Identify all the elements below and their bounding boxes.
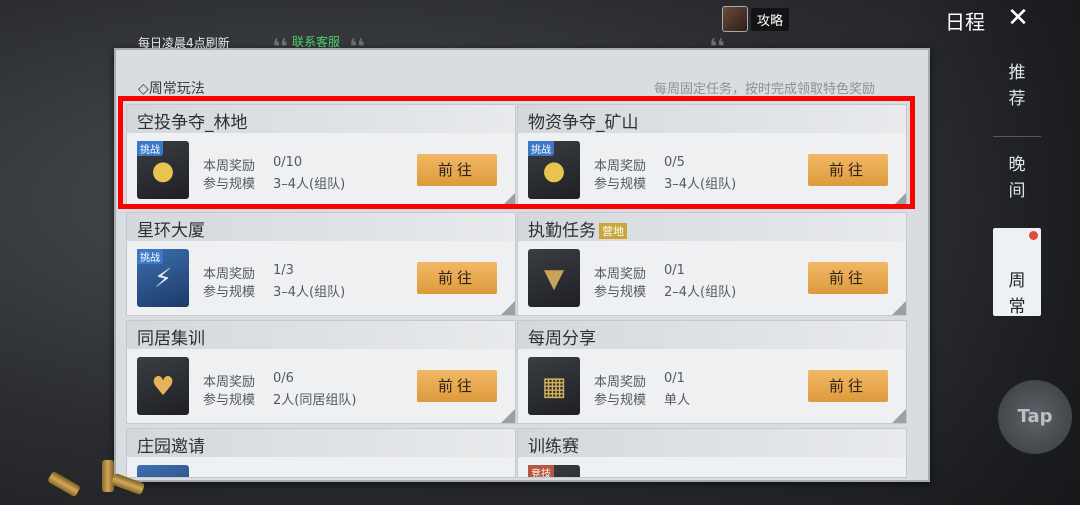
shield-glyph: ▼ bbox=[544, 264, 564, 294]
close-icon[interactable]: ✕ bbox=[1004, 4, 1032, 32]
task-card-training-match: 训练赛 竞技 bbox=[517, 428, 907, 478]
tab-weekly[interactable]: 周 常 bbox=[993, 228, 1041, 317]
heart-glyph: ♥ bbox=[151, 372, 175, 402]
blank-icon: 竞技 bbox=[528, 465, 580, 477]
card-corner bbox=[501, 409, 515, 423]
go-button[interactable]: 前往 bbox=[808, 370, 888, 402]
card-title-text: 执勤任务 bbox=[528, 221, 596, 241]
notification-dot bbox=[1029, 231, 1038, 240]
card-corner bbox=[892, 301, 906, 315]
card-corner bbox=[501, 301, 515, 315]
page-title: 日程 bbox=[945, 10, 985, 34]
reward-label: 本周奖励 bbox=[594, 267, 647, 282]
reward-label: 本周奖励 bbox=[594, 375, 647, 390]
reward-label: 本周奖励 bbox=[203, 375, 256, 390]
highlight-frame bbox=[118, 96, 915, 209]
scale-value: 3–4人(组队) bbox=[273, 285, 346, 300]
card-header: 执勤任务 营地 bbox=[518, 213, 906, 241]
guide-button[interactable]: 攻略 bbox=[722, 6, 790, 32]
crate-glyph: ▦ bbox=[541, 372, 567, 402]
card-header: 每周分享 bbox=[518, 321, 906, 349]
contact-service-link[interactable]: 联系客服 bbox=[292, 33, 340, 50]
tab-weekly-label: 周 常 bbox=[1008, 271, 1026, 317]
task-card-cohabit-training: 同居集训 ♥ 本周奖励 0/6 参与规模 2人(同居组队) 前往 bbox=[126, 320, 516, 424]
tap-float-button[interactable]: Tap bbox=[998, 380, 1072, 454]
go-button[interactable]: 前往 bbox=[808, 262, 888, 294]
scale-label: 参与规模 bbox=[594, 285, 647, 300]
scale-label: 参与规模 bbox=[203, 285, 256, 300]
reward-label: 本周奖励 bbox=[203, 267, 256, 282]
bullet-shells-decor bbox=[47, 458, 150, 498]
go-button[interactable]: 前往 bbox=[417, 262, 497, 294]
reward-value: 0/6 bbox=[273, 371, 294, 386]
shell-icon bbox=[47, 470, 81, 498]
card-title: 每周分享 bbox=[528, 329, 596, 349]
section-title: ◇周常玩法 bbox=[138, 81, 205, 97]
reward-value: 0/1 bbox=[664, 371, 685, 386]
scale-value: 单人 bbox=[664, 393, 691, 408]
tab-evening[interactable]: 晚 间 bbox=[993, 152, 1041, 212]
scale-label: 参与规模 bbox=[203, 393, 256, 408]
binder-ring-icon: ❛❛ bbox=[709, 35, 725, 60]
task-card-duty: 执勤任务 营地 ▼ 本周奖励 0/1 参与规模 2–4人(组队) 前往 bbox=[517, 212, 907, 316]
camp-tag: 营地 bbox=[599, 223, 627, 239]
task-card-manor-invite: 庄园邀请 bbox=[126, 428, 516, 478]
tab-recommend[interactable]: 推 荐 bbox=[993, 60, 1041, 120]
lightning-glyph: ⚡ bbox=[153, 264, 173, 294]
reward-value: 1/3 bbox=[273, 263, 294, 278]
go-button[interactable]: 前往 bbox=[417, 370, 497, 402]
refresh-notice: 每日凌晨4点刷新 bbox=[138, 36, 230, 50]
section-note: 每周固定任务，按时完成领取特色奖励 bbox=[654, 82, 876, 97]
shell-icon bbox=[110, 472, 146, 496]
task-card-weekly-share: 每周分享 ▦ 本周奖励 0/1 参与规模 单人 前往 bbox=[517, 320, 907, 424]
card-header: 同居集训 bbox=[127, 321, 515, 349]
guide-label: 攻略 bbox=[751, 7, 790, 31]
task-card-star-tower: 星环大厦 挑战 ⚡ 本周奖励 1/3 参与规模 3–4人(组队) 前往 bbox=[126, 212, 516, 316]
card-title: 同居集训 bbox=[137, 329, 205, 349]
card-title: 训练赛 bbox=[528, 437, 579, 457]
binder-ring-icon: ❛❛ bbox=[272, 35, 288, 60]
scale-value: 2–4人(组队) bbox=[664, 285, 737, 300]
shell-icon bbox=[102, 460, 114, 492]
lightning-icon: 挑战 ⚡ bbox=[137, 249, 189, 307]
tab-divider bbox=[993, 136, 1041, 137]
card-header: 庄园邀请 bbox=[127, 429, 515, 457]
avatar bbox=[722, 6, 748, 32]
binder-ring-icon: ❛❛ bbox=[349, 35, 365, 60]
card-header: 训练赛 bbox=[518, 429, 906, 457]
card-title: 执勤任务 营地 bbox=[528, 216, 627, 241]
card-title: 庄园邀请 bbox=[137, 437, 205, 457]
card-corner bbox=[892, 409, 906, 423]
scale-label: 参与规模 bbox=[594, 393, 647, 408]
competitive-badge: 竞技 bbox=[528, 465, 554, 477]
card-title: 星环大厦 bbox=[137, 221, 205, 241]
heart-icon: ♥ bbox=[137, 357, 189, 415]
top-bar: 攻略 日程 ✕ bbox=[0, 0, 1080, 36]
reward-value: 0/1 bbox=[664, 263, 685, 278]
scale-value: 2人(同居组队) bbox=[273, 393, 357, 408]
shield-badge-icon: ▼ bbox=[528, 249, 580, 307]
card-header: 星环大厦 bbox=[127, 213, 515, 241]
crate-icon: ▦ bbox=[528, 357, 580, 415]
